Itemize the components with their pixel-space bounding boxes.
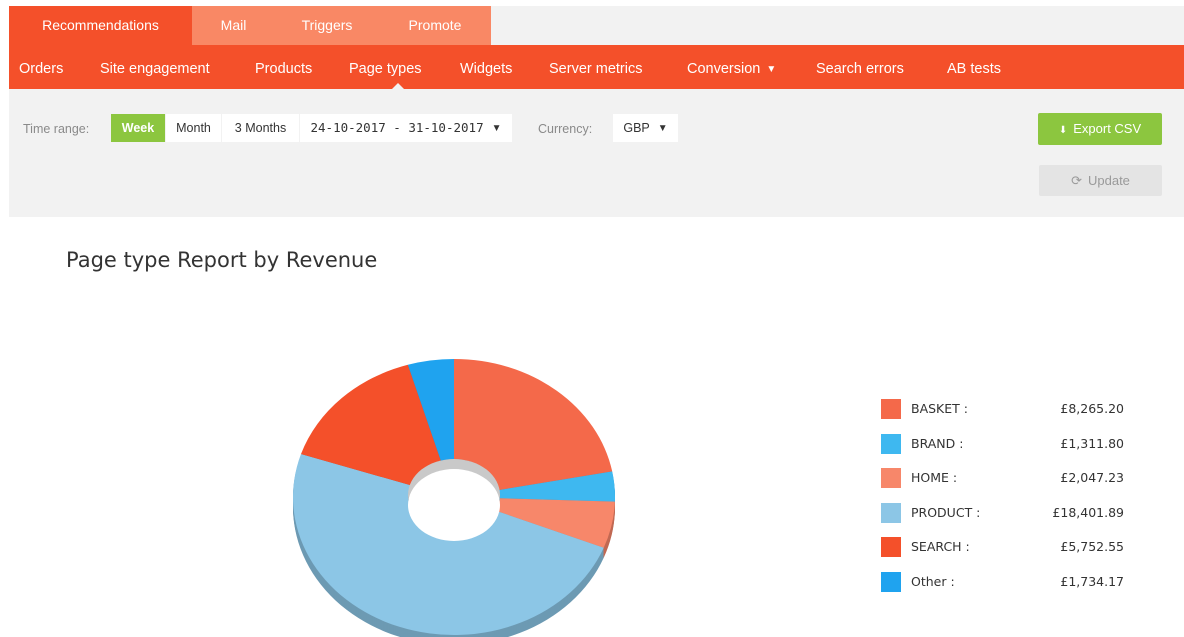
donut-hole [408, 459, 500, 541]
legend-swatch [881, 468, 901, 488]
legend-value: £8,265.20 [1060, 401, 1124, 416]
legend-label: Other : [911, 573, 955, 589]
legend-label: BRAND : [911, 435, 964, 451]
legend-value: £2,047.23 [1060, 470, 1124, 485]
legend-value: £1,734.17 [1060, 573, 1124, 589]
legend-item-home[interactable]: HOME : £2,047.23 [881, 460, 1141, 494]
legend-label: SEARCH : [911, 539, 970, 554]
legend-label: HOME : [911, 470, 958, 485]
legend-item-other[interactable]: Other : £1,734.17 [881, 564, 1141, 598]
legend-item-product[interactable]: PRODUCT : £18,401.89 [881, 495, 1141, 529]
legend-swatch [881, 502, 901, 523]
legend-value: £1,311.80 [1060, 435, 1124, 451]
legend-swatch [881, 537, 901, 557]
legend-item-brand[interactable]: BRAND : £1,311.80 [881, 426, 1141, 460]
legend-swatch [881, 399, 901, 419]
donut-hole-center [408, 469, 500, 541]
legend-item-basket[interactable]: BASKET : £8,265.20 [881, 391, 1141, 425]
legend-label: PRODUCT : [911, 504, 981, 520]
legend-swatch [881, 571, 901, 592]
legend-value: £18,401.89 [1052, 504, 1124, 520]
legend-item-search[interactable]: SEARCH : £5,752.55 [881, 529, 1141, 563]
legend-value: £5,752.55 [1060, 539, 1124, 554]
legend-swatch [881, 433, 901, 454]
legend-label: BASKET : [911, 401, 968, 416]
